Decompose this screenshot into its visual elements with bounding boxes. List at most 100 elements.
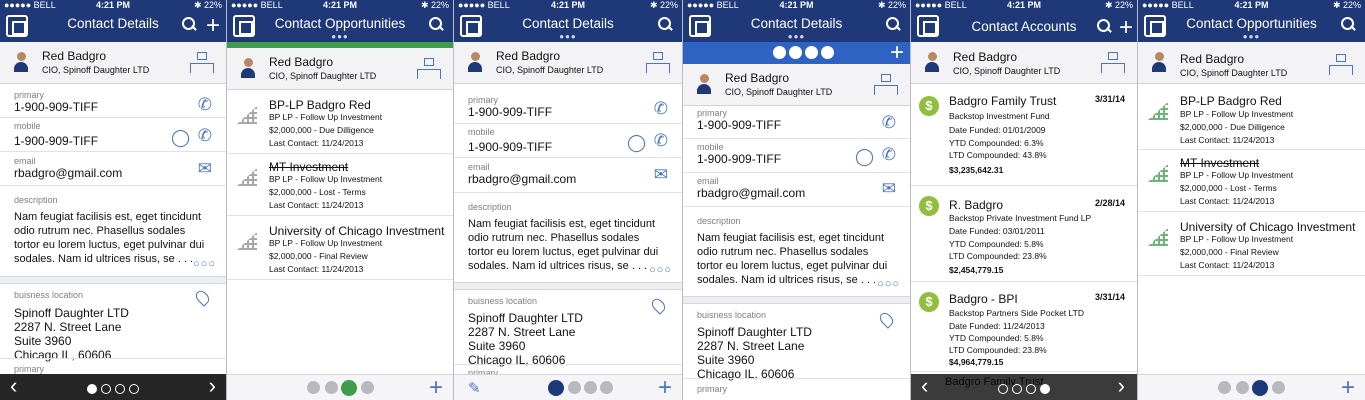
org-chart-icon[interactable] bbox=[874, 74, 898, 95]
opportunity-stage: BP LP - Follow Up Investment bbox=[269, 174, 383, 184]
opportunity-row[interactable]: MT Investment BP LP - Follow Up Investmen… bbox=[227, 154, 453, 216]
more-button[interactable]: ○○○ bbox=[877, 278, 900, 290]
email-value[interactable]: rbadgro@gmail.com bbox=[468, 172, 576, 186]
plus-icon[interactable]: + bbox=[1119, 16, 1133, 40]
phone-icon[interactable]: ✆ bbox=[882, 114, 896, 131]
bar-chart-icon[interactable] bbox=[1252, 380, 1268, 396]
opportunity-row[interactable]: BP-LP Badgro Red BP LP - Follow Up Invest… bbox=[227, 92, 453, 154]
search-icon[interactable] bbox=[886, 17, 900, 31]
bar-chart-icon bbox=[237, 232, 257, 250]
chat-icon[interactable]: ◯ bbox=[627, 134, 646, 151]
location-line: Suite 3960 bbox=[697, 353, 755, 367]
mobile-field: mobile 1-900-909-TIFF bbox=[14, 121, 98, 148]
phone-icon[interactable]: ✆ bbox=[882, 146, 896, 163]
person-icon[interactable] bbox=[548, 380, 564, 396]
chevron-right-icon[interactable]: › bbox=[209, 375, 216, 397]
email-value[interactable]: rbadgro@gmail.com bbox=[697, 186, 805, 200]
opportunity-row[interactable]: BP-LP Badgro Red BP LP - Follow Up Invest… bbox=[1138, 88, 1365, 150]
dollar-icon[interactable] bbox=[1272, 381, 1285, 394]
nav-bar: Contact Opportunities ●●● bbox=[227, 11, 453, 42]
time-text: 4:21 PM bbox=[95, 0, 130, 10]
battery-text: ✱ 22% bbox=[1104, 0, 1133, 10]
location-pin-icon[interactable] bbox=[193, 288, 212, 307]
account-funded: Date Funded: 03/01/2011 bbox=[949, 226, 1045, 236]
account-date: 3/31/14 bbox=[1094, 292, 1125, 302]
edit-icon[interactable]: ✎ bbox=[468, 379, 481, 397]
time-text: 4:21 PM bbox=[550, 0, 585, 10]
chevron-right-icon[interactable]: › bbox=[1118, 375, 1125, 397]
org-chart-icon[interactable] bbox=[1329, 54, 1353, 75]
phone-icon[interactable]: ✆ bbox=[654, 100, 668, 117]
search-icon[interactable] bbox=[429, 17, 443, 31]
bar-chart-icon[interactable] bbox=[584, 381, 597, 394]
location-line: 2287 N. Street Lane bbox=[697, 339, 805, 353]
nav-bar: Contact Details + bbox=[0, 11, 226, 42]
mobile-value[interactable]: 1-900-909-TIFF bbox=[14, 134, 98, 148]
chat-icon[interactable] bbox=[568, 381, 581, 394]
mobile-label: mobile bbox=[697, 142, 724, 152]
email-value[interactable]: rbadgro@gmail.com bbox=[14, 166, 122, 180]
org-chart-icon[interactable] bbox=[190, 52, 214, 73]
page-indicator: ●●● bbox=[787, 32, 806, 41]
more-button[interactable]: ○○○ bbox=[649, 264, 672, 276]
phone-icon[interactable]: ✆ bbox=[198, 127, 212, 144]
org-chart-icon[interactable] bbox=[1101, 52, 1125, 73]
description-text: Nam feugiat facilisis est, eget tincidun… bbox=[468, 218, 659, 272]
plus-icon[interactable]: + bbox=[890, 41, 904, 65]
screen-title: Contact Details bbox=[750, 16, 843, 31]
dollar-icon[interactable] bbox=[600, 381, 613, 394]
person-icon[interactable] bbox=[1218, 381, 1231, 394]
plus-icon[interactable]: + bbox=[1341, 376, 1355, 400]
mail-icon[interactable]: ✉ bbox=[654, 166, 668, 183]
chat-icon[interactable]: ◯ bbox=[171, 129, 190, 146]
org-chart-icon[interactable] bbox=[417, 58, 441, 79]
plus-icon[interactable]: + bbox=[658, 376, 672, 400]
bar-chart-icon bbox=[1148, 228, 1168, 246]
account-row[interactable]: $ Badgro - BPI 3/31/14 Backstop Partners Si… bbox=[911, 282, 1137, 372]
dollar-icon[interactable] bbox=[361, 381, 374, 394]
search-icon[interactable] bbox=[1097, 19, 1111, 33]
dollar-icon: $ bbox=[919, 96, 939, 116]
search-icon[interactable] bbox=[182, 17, 196, 31]
opportunity-row[interactable]: University of Chicago Investment BP LP - … bbox=[1138, 214, 1365, 276]
email-label: email bbox=[14, 156, 36, 166]
battery-text: ✱ 22% bbox=[877, 0, 906, 10]
person-icon[interactable] bbox=[773, 46, 786, 59]
mobile-value[interactable]: 1-900-909-TIFF bbox=[697, 152, 781, 166]
dollar-icon[interactable] bbox=[821, 46, 834, 59]
bar-chart-icon[interactable] bbox=[805, 46, 818, 59]
avatar bbox=[14, 52, 28, 72]
mobile-value[interactable]: 1-900-909-TIFF bbox=[468, 140, 552, 154]
more-button[interactable]: ○○○ bbox=[193, 258, 216, 270]
chat-icon[interactable] bbox=[1236, 381, 1249, 394]
bar-chart-icon[interactable] bbox=[341, 380, 357, 396]
chat-icon[interactable] bbox=[789, 46, 802, 59]
org-chart-icon[interactable] bbox=[646, 52, 670, 73]
dollar-icon: $ bbox=[919, 292, 939, 312]
account-row[interactable]: $ Badgro Family Trust 3/31/14 Backstop Inve… bbox=[911, 86, 1137, 186]
phone-icon[interactable]: ✆ bbox=[198, 96, 212, 113]
primary-label: primary bbox=[697, 108, 728, 118]
opportunity-row[interactable]: University of Chicago Investment BP LP - … bbox=[227, 218, 453, 280]
mail-icon[interactable]: ✉ bbox=[198, 160, 212, 177]
primary-value[interactable]: 1-900-909-TIFF bbox=[468, 105, 552, 119]
mail-icon[interactable]: ✉ bbox=[882, 180, 896, 197]
plus-icon[interactable]: + bbox=[429, 376, 443, 400]
search-icon[interactable] bbox=[1341, 17, 1355, 31]
opportunity-row[interactable]: MT Investment BP LP - Follow Up Investmen… bbox=[1138, 150, 1365, 212]
status-bar: ●●●●● BELL 4:21 PM ✱ 22% bbox=[1138, 0, 1365, 11]
person-icon[interactable] bbox=[307, 381, 320, 394]
location-pin-icon[interactable] bbox=[649, 296, 668, 315]
search-icon[interactable] bbox=[658, 17, 672, 31]
chat-icon[interactable] bbox=[325, 381, 338, 394]
phone-icon[interactable]: ✆ bbox=[654, 132, 668, 149]
contact-header: Red Badgro CIO, Spinoff Daughter LTD bbox=[227, 48, 453, 90]
opportunity-stage: BP LP - Follow Up Investment bbox=[1180, 170, 1294, 180]
opportunity-contact: Last Contact: 11/24/2013 bbox=[269, 264, 364, 274]
location-pin-icon[interactable] bbox=[877, 310, 896, 329]
primary-value[interactable]: 1-900-909-TIFF bbox=[697, 118, 781, 132]
chat-icon[interactable]: ◯ bbox=[855, 148, 874, 165]
primary-value[interactable]: 1-900-909-TIFF bbox=[14, 100, 98, 114]
account-row[interactable]: $ R. Badgro 2/28/14 Backstop Private Invest… bbox=[911, 186, 1137, 282]
plus-icon[interactable]: + bbox=[206, 14, 220, 38]
